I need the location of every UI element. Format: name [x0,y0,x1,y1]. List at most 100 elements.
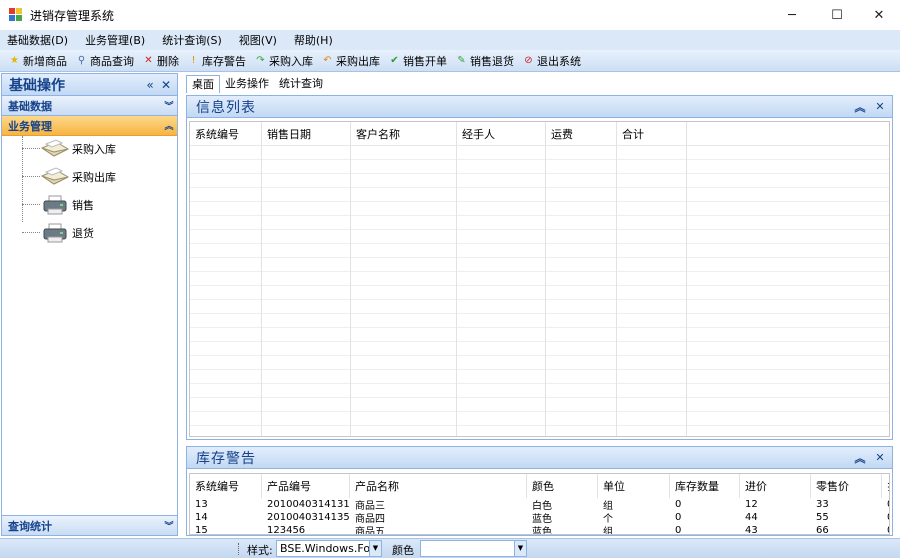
cell: 66 [816,525,829,535]
menu-business[interactable]: 业务管理(B) [85,32,145,48]
cell: 蓝色 [532,514,552,524]
column-header[interactable]: 运费 [546,122,617,145]
maximize-button[interactable]: ☐ [814,0,860,30]
cell: 13 [195,499,208,510]
minimize-button[interactable]: ─ [769,0,815,30]
pen-icon: ✎ [457,54,466,66]
cell: 组 [603,501,613,511]
tree-item-purchase-in[interactable]: 采购入库 [40,138,116,160]
color-dropdown[interactable]: ▼ [420,540,527,557]
exit-system-button[interactable]: ⊘ 退出系统 [522,53,581,69]
expand-chevron-icon: ︾ [164,522,174,532]
info-grid[interactable]: 系统编号 销售日期 客户名称 经手人 运费 合计 [189,121,890,437]
toolbar: ★ 新增商品 ⚲ 商品查询 ✕ 删除 ! 库存警告 ↷ 采购入库 ↶ 采购出库 ✔ 销售开单 … [0,50,900,72]
cell: 44 [745,512,758,523]
stock-warning-button[interactable]: ! 库存警告 [187,53,246,69]
column-header[interactable]: 合计 [617,122,687,145]
tree-item-purchase-out[interactable]: 采购出库 [40,166,116,188]
product-search-button[interactable]: ⚲ 商品查询 [75,53,134,69]
dropdown-arrow-icon[interactable]: ▼ [514,541,526,556]
group-query-stats[interactable]: 查询统计 ︾ [2,515,177,535]
menu-statistics[interactable]: 统计查询(S) [162,32,222,48]
tab-desktop[interactable]: 桌面 [186,75,220,93]
cell: 0 [675,525,682,535]
collapse-chevron-icon: ︽ [164,122,174,132]
menu-bar: 基础数据(D) 业务管理(B) 统计查询(S) 视图(V) 帮助(H) [0,30,900,50]
dropdown-arrow-icon[interactable]: ▼ [369,541,381,556]
stock-grid[interactable]: 系统编号 产品编号 产品名称 颜色 单位 库存数量 进价 零售价 扌 13 20… [189,473,890,535]
cell: 组 [603,527,613,535]
close-icon[interactable]: ✕ [870,451,890,464]
tab-statistics[interactable]: 统计查询 [274,75,328,93]
column-header[interactable]: 单位 [598,474,670,498]
stock-panel-header: 库存警告 ︽ ✕ [187,447,892,469]
grid-line [456,146,457,436]
cell: 白色 [532,501,552,511]
tree-item-returns[interactable]: 退货 [40,222,94,244]
grid-line [616,146,617,436]
delete-x-icon: ✕ [144,54,153,66]
status-bar: 样式: BSE.Windows.For ▼ 颜色 ▼ [0,538,900,558]
column-header[interactable]: 进价 [740,474,811,498]
close-icon[interactable]: ✕ [870,100,890,113]
collapse-icon[interactable]: ︽ [850,450,870,466]
sales-order-button[interactable]: ✔ 销售开单 [388,53,447,69]
cell: 0 [675,499,682,510]
tab-strip: 桌面 业务操作 统计查询 [182,73,900,93]
column-header[interactable]: 产品名称 [350,474,527,498]
title-bar: 进销存管理系统 ─ ☐ ✕ [0,0,900,30]
group-basic-data[interactable]: 基础数据 ︾ [2,96,177,116]
cell: 20100403141351 [267,512,350,523]
envelope-icon [40,139,70,157]
info-grid-header: 系统编号 销售日期 客户名称 经手人 运费 合计 [190,122,889,146]
purchase-out-button[interactable]: ↶ 采购出库 [321,53,380,69]
add-product-button[interactable]: ★ 新增商品 [8,53,67,69]
envelope-icon [40,167,70,185]
cell: 0 [882,498,889,511]
toolbar-grip[interactable] [238,543,240,555]
menu-view[interactable]: 视图(V) [239,32,277,48]
sales-return-button[interactable]: ✎ 销售退货 [455,53,514,69]
column-header[interactable]: 系统编号 [190,122,262,145]
group-business[interactable]: 业务管理 ︽ [2,116,177,136]
arrow-undo-icon: ↶ [323,54,332,66]
table-row[interactable]: 13 20100403141318 商品三 白色 组 0 12 33 0 [190,498,889,511]
table-row[interactable]: 15 123456 商品五 蓝色 组 0 43 66 0 [190,524,889,535]
column-header[interactable]: 颜色 [527,474,598,498]
column-header[interactable]: 客户名称 [351,122,457,145]
cell: 蓝色 [532,527,552,535]
cell: 商品三 [355,501,385,511]
column-header[interactable]: 零售价 [811,474,882,498]
close-window-button[interactable]: ✕ [856,0,900,30]
cell: 商品五 [355,527,385,535]
stock-grid-header: 系统编号 产品编号 产品名称 颜色 单位 库存数量 进价 零售价 扌 [190,474,889,498]
delete-button[interactable]: ✕ 删除 [142,53,179,69]
tree-item-sales[interactable]: 销售 [40,194,94,216]
left-panel-header: 基础操作 « ✕ [2,74,177,96]
column-header[interactable]: 扌 [882,474,889,498]
style-dropdown[interactable]: BSE.Windows.For ▼ [276,540,382,557]
warning-icon: ! [191,54,196,66]
purchase-in-button[interactable]: ↷ 采购入库 [254,53,313,69]
cell: 33 [816,499,829,510]
column-header[interactable]: 库存数量 [670,474,740,498]
column-header[interactable]: 经手人 [457,122,546,145]
stock-warning-panel: 库存警告 ︽ ✕ 系统编号 产品编号 产品名称 颜色 单位 库存数量 进价 零售… [186,446,893,536]
table-row[interactable]: 14 20100403141351 商品四 蓝色 个 0 44 55 0 [190,511,889,524]
window-title: 进销存管理系统 [30,8,115,23]
arrow-redo-icon: ↷ [256,54,265,66]
column-header[interactable]: 系统编号 [190,474,262,498]
menu-help[interactable]: 帮助(H) [294,32,333,48]
cell: 14 [195,512,208,523]
tab-business-ops[interactable]: 业务操作 [220,75,274,93]
expand-chevron-icon: ︾ [164,102,174,112]
column-header[interactable]: 产品编号 [262,474,350,498]
column-header[interactable]: 销售日期 [262,122,351,145]
cell: 55 [816,512,829,523]
collapse-icon[interactable]: ︽ [850,99,870,115]
grid-line [545,146,546,436]
close-panel-icon[interactable]: ✕ [158,78,174,92]
collapse-panel-icon[interactable]: « [142,78,158,92]
menu-basic-data[interactable]: 基础数据(D) [7,32,68,48]
printer-icon [43,195,67,215]
